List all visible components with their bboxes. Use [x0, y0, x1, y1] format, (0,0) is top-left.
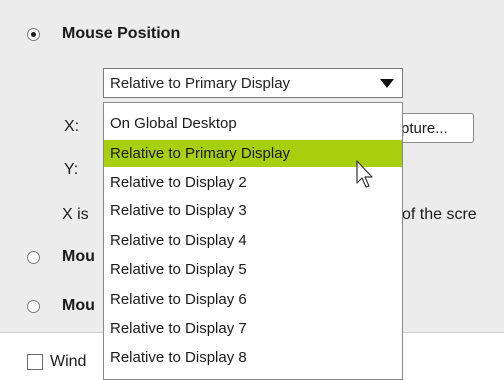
- mouse-option-3-radio[interactable]: [27, 300, 40, 313]
- option-display-8[interactable]: Relative to Display 8: [104, 344, 402, 371]
- mouse-option-2-radio[interactable]: [27, 251, 40, 264]
- mouse-cursor-icon: [356, 160, 373, 188]
- position-mode-select[interactable]: Relative to Primary Display: [103, 68, 403, 98]
- chevron-down-icon[interactable]: [380, 79, 394, 88]
- option-display-4[interactable]: Relative to Display 4: [104, 227, 402, 254]
- window-checkbox[interactable]: [27, 354, 43, 370]
- mouse-option-2-label: Mou: [62, 248, 95, 265]
- option-display-7[interactable]: Relative to Display 7: [104, 315, 402, 342]
- option-global-desktop[interactable]: On Global Desktop: [104, 110, 402, 137]
- window-checkbox-label: Wind: [50, 353, 87, 370]
- coordinate-note-start: X is: [62, 206, 89, 223]
- position-mode-dropdown[interactable]: On Global Desktop Relative to Primary Di…: [103, 102, 403, 380]
- mouse-option-3-label: Mou: [62, 297, 95, 314]
- option-display-6[interactable]: Relative to Display 6: [104, 286, 402, 313]
- capture-button-label: pture...: [401, 120, 448, 137]
- coordinate-note-end: of the scre: [402, 206, 477, 223]
- option-display-5[interactable]: Relative to Display 5: [104, 256, 402, 283]
- option-display-3[interactable]: Relative to Display 3: [104, 197, 402, 224]
- mouse-position-radio[interactable]: [27, 28, 40, 41]
- y-label: Y:: [64, 161, 79, 178]
- x-label: X:: [64, 118, 80, 135]
- position-mode-value: Relative to Primary Display: [110, 75, 291, 92]
- mouse-position-label: Mouse Position: [62, 25, 181, 42]
